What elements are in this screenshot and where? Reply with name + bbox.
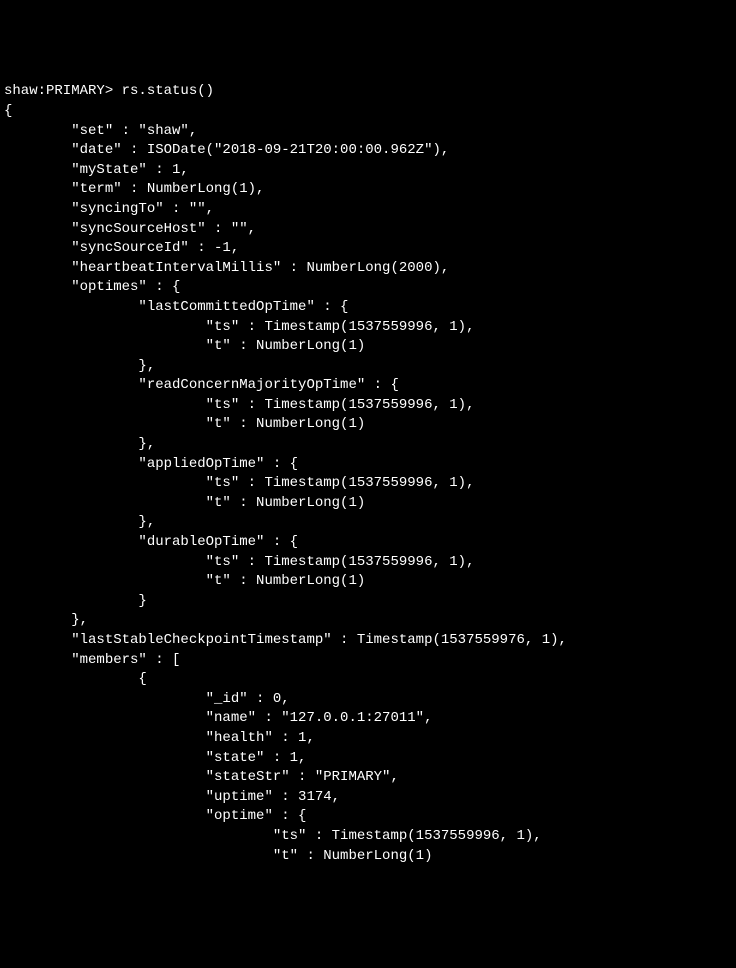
output-line: { (4, 671, 147, 687)
output-line: "term" : NumberLong(1), (4, 181, 264, 197)
output-line: }, (4, 358, 155, 374)
output-line: "durableOpTime" : { (4, 534, 298, 550)
output-line: "t" : NumberLong(1) (4, 338, 365, 354)
output-line: "ts" : Timestamp(1537559996, 1), (4, 475, 474, 491)
output-line: }, (4, 612, 88, 628)
output-line: "t" : NumberLong(1) (4, 416, 365, 432)
output-line: "stateStr" : "PRIMARY", (4, 769, 399, 785)
output-line: "lastCommittedOpTime" : { (4, 299, 348, 315)
output-line: "syncSourceHost" : "", (4, 221, 256, 237)
output-line: "date" : ISODate("2018-09-21T20:00:00.96… (4, 142, 449, 158)
output-line: "state" : 1, (4, 750, 306, 766)
output-line: "syncingTo" : "", (4, 201, 214, 217)
output-line: "heartbeatIntervalMillis" : NumberLong(2… (4, 260, 449, 276)
command-input[interactable]: rs.status() (122, 83, 214, 99)
output-line: "health" : 1, (4, 730, 315, 746)
output-line: "members" : [ (4, 652, 180, 668)
output-line: "t" : NumberLong(1) (4, 573, 365, 589)
output-line: }, (4, 436, 155, 452)
output-line: "t" : NumberLong(1) (4, 848, 432, 864)
output-line: "ts" : Timestamp(1537559996, 1), (4, 828, 542, 844)
output-line: "syncSourceId" : -1, (4, 240, 239, 256)
output-line: "readConcernMajorityOpTime" : { (4, 377, 399, 393)
terminal-output: shaw:PRIMARY> rs.status() { "set" : "sha… (4, 82, 732, 866)
output-line: "set" : "shaw", (4, 123, 197, 139)
output-line: { (4, 103, 12, 119)
output-line: "t" : NumberLong(1) (4, 495, 365, 511)
output-line: "ts" : Timestamp(1537559996, 1), (4, 397, 474, 413)
output-line: "_id" : 0, (4, 691, 290, 707)
output-line: } (4, 593, 147, 609)
shell-prompt: shaw:PRIMARY> (4, 83, 122, 99)
output-line: "name" : "127.0.0.1:27011", (4, 710, 432, 726)
output-line: "myState" : 1, (4, 162, 189, 178)
output-line: "ts" : Timestamp(1537559996, 1), (4, 319, 474, 335)
output-line: "lastStableCheckpointTimestamp" : Timest… (4, 632, 567, 648)
output-line: }, (4, 514, 155, 530)
output-line: "uptime" : 3174, (4, 789, 340, 805)
output-line: "optimes" : { (4, 279, 180, 295)
output-line: "ts" : Timestamp(1537559996, 1), (4, 554, 474, 570)
output-line: "optime" : { (4, 808, 306, 824)
output-line: "appliedOpTime" : { (4, 456, 298, 472)
